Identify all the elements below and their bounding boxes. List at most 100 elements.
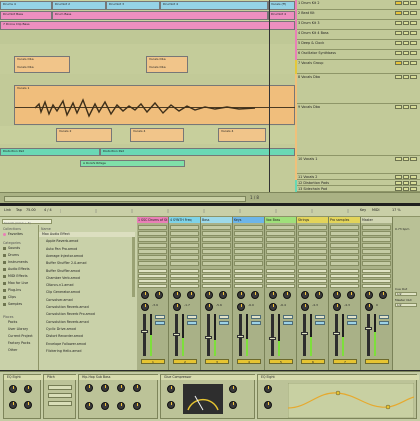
clip-slot[interactable]: [234, 261, 263, 266]
browser-item[interactable]: Convolver.amxd: [46, 298, 73, 302]
track-solo-button[interactable]: [402, 1, 410, 5]
track-solo-button[interactable]: [402, 181, 410, 185]
browser-category[interactable]: Max for Live: [8, 281, 28, 285]
track-activator-button[interactable]: [395, 11, 402, 15]
clip-slot[interactable]: [234, 231, 263, 236]
browser-item[interactable]: Apple Reverb.amxd: [46, 239, 78, 243]
arm-button[interactable]: [219, 321, 229, 325]
fader-handle[interactable]: [301, 331, 308, 335]
volume-fader[interactable]: [143, 314, 146, 356]
pan-knob[interactable]: [269, 303, 277, 311]
channel-name[interactable]: Strings: [297, 217, 328, 223]
clip[interactable]: Drumkit Bass: [0, 11, 52, 20]
clip-slot[interactable]: [298, 237, 327, 242]
track-solo-button[interactable]: [402, 175, 410, 179]
clip-slot[interactable]: [298, 225, 327, 230]
routing-select[interactable]: [234, 269, 263, 273]
solo-button[interactable]: [219, 315, 229, 319]
channel-name[interactable]: Master: [361, 217, 392, 223]
track-solo-button[interactable]: [402, 31, 410, 35]
clip[interactable]: Drumkit 4: [160, 1, 268, 10]
routing-select[interactable]: [330, 274, 359, 278]
clip-slot[interactable]: [234, 255, 263, 260]
browser-category[interactable]: Plug-Ins: [8, 288, 21, 292]
routing-select[interactable]: [330, 284, 359, 288]
clip-slot[interactable]: [138, 237, 167, 242]
collection-favorites[interactable]: Favorites: [8, 232, 23, 236]
eq-freq-knob[interactable]: [24, 385, 32, 393]
clip[interactable]: Distortion Pad: [100, 148, 295, 156]
clip-slot[interactable]: [170, 249, 199, 254]
time-signature[interactable]: 4 / 4: [44, 208, 52, 212]
browser-item[interactable]: Cyclic Drive.amxd: [46, 327, 76, 331]
eq-q-knob[interactable]: [9, 401, 17, 409]
track-activator-button[interactable]: [365, 359, 389, 364]
browser-place[interactable]: Other: [8, 348, 17, 352]
clip[interactable]: Vocals 4: [130, 128, 184, 142]
eq2-gain-knob[interactable]: [264, 385, 272, 393]
track-solo-button[interactable]: [402, 61, 410, 65]
clip-slot[interactable]: [330, 225, 359, 230]
clip-slot[interactable]: [202, 225, 231, 230]
pitch-lowest[interactable]: [48, 401, 72, 406]
solo-button[interactable]: [347, 315, 357, 319]
track-header[interactable]: 8 Vocals Dba: [295, 74, 420, 104]
browser-item[interactable]: Average Injector.amxd: [46, 254, 83, 258]
rack-macro-knob[interactable]: [101, 384, 109, 392]
clip-slot[interactable]: [234, 243, 263, 248]
browser-category[interactable]: Instruments: [8, 260, 28, 264]
clip-slot[interactable]: [138, 231, 167, 236]
routing-select[interactable]: [266, 269, 295, 273]
clip-slot[interactable]: [330, 237, 359, 242]
routing-select[interactable]: [266, 284, 295, 288]
clip-slot[interactable]: [202, 255, 231, 260]
track-activator-button[interactable]: [395, 105, 402, 109]
clip-slot[interactable]: [266, 231, 295, 236]
browser-item[interactable]: Buffer Shuffler.amxd: [46, 269, 80, 273]
channel-name[interactable]: 4 SYNTH Freq: [169, 217, 200, 223]
clip[interactable]: Vocals Dba: [14, 65, 70, 73]
browser-category[interactable]: Audio Effects: [8, 267, 30, 271]
channel-name[interactable]: 1 SSC Drums of St: [137, 217, 168, 223]
track-activator-button[interactable]: [395, 61, 402, 65]
clip-slot[interactable]: [298, 231, 327, 236]
track-activator-button[interactable]: [395, 21, 402, 25]
track-solo-button[interactable]: [402, 51, 410, 55]
clip-slot[interactable]: [362, 243, 391, 248]
send-b-knob[interactable]: [187, 291, 195, 299]
track-header[interactable]: 5 Deep & Clock: [295, 40, 420, 50]
browser-item[interactable]: Flickering Helix.amxd: [46, 349, 81, 353]
device-instrument-rack[interactable]: Hip-Hop Sub Bass: [78, 374, 160, 419]
browser-item[interactable]: Auto Pan Pro.amxd: [46, 247, 77, 251]
rack-macro-knob[interactable]: [133, 402, 141, 410]
track-activator-button[interactable]: [395, 157, 402, 161]
routing-select[interactable]: [298, 274, 327, 278]
pitch-range[interactable]: [48, 393, 72, 398]
track-header[interactable]: 9 Vocals Dba: [295, 104, 420, 156]
arm-button[interactable]: [283, 321, 293, 325]
track-activator-button[interactable]: [395, 175, 402, 179]
routing-select[interactable]: [298, 284, 327, 288]
routing-select[interactable]: [330, 269, 359, 273]
clip-slot[interactable]: [266, 237, 295, 242]
clip[interactable]: Distortion Pad: [0, 148, 100, 156]
clip[interactable]: Vocals Dba: [146, 65, 188, 73]
track-activator-button[interactable]: [395, 187, 402, 191]
track-activator-button[interactable]: [395, 1, 402, 5]
glue-ratio-knob[interactable]: [167, 401, 175, 409]
send-a-knob[interactable]: [141, 291, 149, 299]
rack-macro-knob[interactable]: [85, 384, 93, 392]
clip-slot[interactable]: [202, 231, 231, 236]
send-a-knob[interactable]: [333, 291, 341, 299]
clip-slot[interactable]: [170, 261, 199, 266]
device-glue-compressor[interactable]: Glue Compressor: [160, 374, 257, 419]
clip-slot[interactable]: [170, 231, 199, 236]
track-arm-button[interactable]: [410, 61, 418, 65]
routing-select[interactable]: [170, 284, 199, 288]
send-a-knob[interactable]: [301, 291, 309, 299]
fader-handle[interactable]: [365, 326, 372, 330]
solo-button[interactable]: [379, 315, 389, 319]
solo-button[interactable]: [251, 315, 261, 319]
browser-item[interactable]: Buffer Shuffler 2.0.amxd: [46, 261, 87, 265]
routing-select[interactable]: [138, 269, 167, 273]
